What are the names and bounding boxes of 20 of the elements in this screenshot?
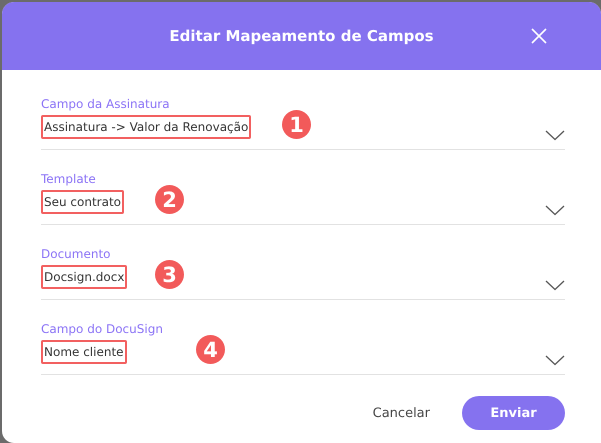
field-label: Campo da Assinatura	[41, 96, 171, 113]
chevron-down-icon	[545, 280, 565, 290]
close-icon[interactable]	[530, 27, 548, 45]
field-label: Campo do DocuSign	[41, 321, 164, 338]
number-marker: 1	[282, 110, 311, 139]
highlighted-value: Docsign.docx	[41, 265, 128, 289]
number-marker: 4	[196, 335, 225, 364]
number-marker: 2	[155, 185, 184, 214]
highlighted-value: Seu contrato	[41, 190, 124, 214]
cancel-button[interactable]: Cancelar	[372, 406, 430, 420]
field-label: Documento	[41, 246, 112, 263]
dialog-title: Editar Mapeamento de Campos	[169, 27, 434, 45]
highlighted-value: Nome cliente	[41, 340, 127, 364]
number-marker: 3	[155, 260, 184, 289]
submit-button[interactable]: Enviar	[462, 396, 565, 430]
chevron-down-icon	[545, 204, 565, 216]
chevron-down-icon	[545, 130, 565, 140]
highlighted-value: Assinatura -> Valor da Renovação	[41, 115, 252, 139]
field-label: Template	[41, 171, 97, 188]
chevron-down-icon	[545, 354, 565, 366]
